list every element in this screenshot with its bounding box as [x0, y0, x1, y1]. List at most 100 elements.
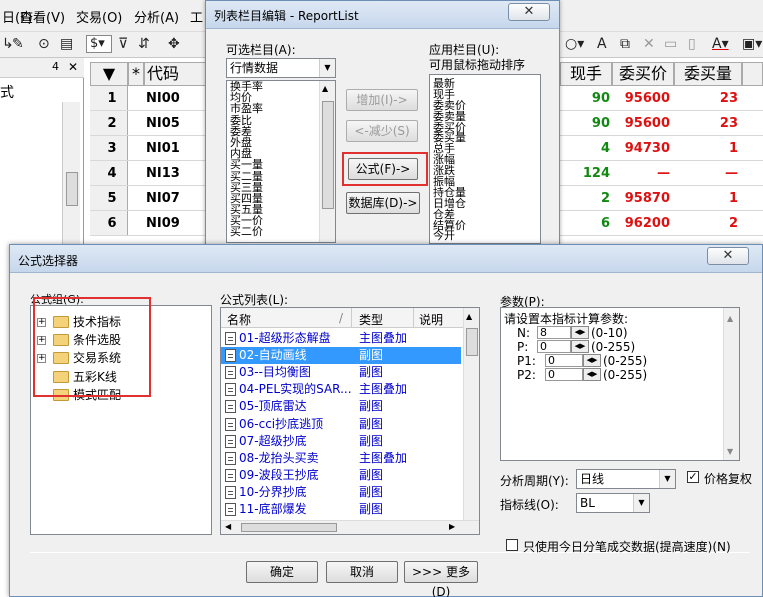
copy-icon[interactable]: ⧉ [620, 36, 630, 52]
col-name[interactable]: 名称 [227, 311, 251, 328]
formula-row[interactable]: 03--目均衡图 副图 [221, 364, 461, 381]
play-icon[interactable]: ⊙ [38, 36, 50, 52]
ok-button[interactable]: 确定 [246, 561, 318, 583]
scroll-right-icon[interactable]: ▶ [449, 522, 455, 531]
param-spinner[interactable]: ◀▶ [571, 340, 589, 353]
grid-col-sort[interactable]: ▼ [90, 62, 128, 86]
formula-row[interactable]: 10-分界抄底 副图 [221, 484, 461, 501]
row-hand: 124 [582, 166, 610, 181]
param-input[interactable]: 0 [545, 354, 583, 367]
close-button[interactable]: ✕ [508, 3, 550, 21]
scroll-up-icon[interactable]: ▲ [727, 314, 733, 323]
formula-type: 副图 [359, 416, 384, 431]
param-spinner[interactable]: ◀▶ [571, 326, 589, 339]
formula-row[interactable]: 08-龙抬头买卖 主图叠加 [221, 450, 461, 467]
applied-hint: 可用鼠标拖动排序 [429, 58, 526, 72]
swap-icon[interactable]: ⇵ [138, 36, 150, 52]
remove-column-button[interactable]: <-减少(S) [346, 120, 418, 142]
formula-row[interactable]: 07-超级抄底 副图 [221, 433, 461, 450]
period-select[interactable]: 日线 ▼ [576, 469, 676, 489]
delete-icon[interactable]: ✕ [643, 36, 655, 52]
param-input[interactable]: 8 [537, 326, 571, 339]
list-item[interactable]: 仓差 [430, 209, 540, 220]
scroll-thumb[interactable] [241, 523, 337, 532]
scroll-up-icon[interactable]: ▲ [322, 84, 328, 93]
formula-row[interactable]: 06-cci抄底逃顶 副图 [221, 416, 461, 433]
menu-item-trade[interactable]: 交易(O) [76, 7, 122, 26]
grid-col-star[interactable]: * [128, 62, 144, 86]
document-icon[interactable]: ▤ [60, 36, 73, 52]
formula-row[interactable]: 09-波段王抄底 副图 [221, 467, 461, 484]
param-spinner[interactable]: ◀▶ [583, 368, 601, 381]
scroll-down-icon[interactable]: ▼ [727, 447, 733, 456]
formula-row[interactable]: 02-自动画线 副图 [221, 347, 461, 365]
cancel-button[interactable]: 取消 [326, 561, 398, 583]
database-button[interactable]: 数据库(D)-> [346, 192, 420, 214]
col-desc[interactable]: 说明 [419, 311, 443, 328]
category-select[interactable]: 行情数据 ▼ [226, 58, 336, 78]
text-a-icon[interactable]: A [597, 36, 607, 52]
add-column-button[interactable]: 增加(I)-> [346, 89, 418, 111]
param-input[interactable]: 0 [537, 340, 571, 353]
scroll-thumb[interactable] [322, 101, 334, 209]
list-label: 公式列表(L): [220, 293, 289, 307]
scroll-thumb[interactable] [466, 328, 478, 356]
grid-col-hand[interactable]: 现手 [560, 62, 612, 86]
formula-list-vscroll[interactable]: ▲ [463, 308, 479, 520]
col-type[interactable]: 类型 [359, 311, 383, 328]
formula-row[interactable]: 01-超级形态解盘 主图叠加 [221, 330, 461, 347]
row-bid-vol: 1 [728, 141, 738, 156]
panel-icon[interactable]: ▣▾ [742, 36, 762, 52]
formula-selector-titlebar[interactable]: 公式选择器 ✕ [10, 245, 762, 273]
menu-item-tools[interactable]: 工 [190, 7, 203, 26]
font-color-icon[interactable]: A▾ [712, 36, 729, 52]
close-button[interactable]: ✕ [707, 247, 749, 265]
param-input[interactable]: 0 [545, 368, 583, 381]
trash-icon[interactable]: ▯ [688, 36, 696, 52]
row-header: 3 [90, 136, 128, 160]
circle-icon[interactable]: ○▾ [565, 36, 584, 52]
formula-name: 10-分界抄底 [239, 484, 307, 499]
available-list[interactable]: 换手率 均价 市盈率 委比 委差 外盘 内盘 买一量 买二量 买三量 买四量 买五量 买一价 买二价 ▲ [226, 80, 336, 243]
pencil-icon[interactable]: ✎ [12, 36, 24, 52]
formula-icon [225, 451, 236, 465]
grid-col-code[interactable]: 代码 [144, 62, 206, 86]
formula-list[interactable]: 名称 / 类型 说明 01-超级形态解盘 主图叠加 02-自动画线 副图 03--目均衡… [220, 307, 480, 535]
formula-row[interactable]: 11-底部爆发 副图 [221, 501, 461, 518]
more-button[interactable]: >>> 更多(D) [404, 561, 478, 597]
close-icon[interactable]: ✕ [68, 60, 78, 74]
row-code: NI01 [146, 141, 180, 156]
row-header: 1 [90, 86, 128, 110]
params-scrollbar[interactable]: ▲ ▼ [723, 308, 739, 460]
row-number: 6 [107, 216, 117, 231]
grid-col-extra[interactable] [742, 62, 763, 86]
left-pane-scrollbar[interactable] [62, 102, 80, 248]
price-adjust-checkbox[interactable]: ✓ [687, 471, 699, 483]
formula-name: 02-自动画线 [239, 348, 307, 363]
available-list-scrollbar[interactable]: ▲ [319, 81, 335, 242]
param-spinner[interactable]: ◀▶ [583, 354, 601, 367]
applied-list[interactable]: 最新 现手 委卖价 委卖量 委买价 委买量 总手 涨幅 涨跌 振幅 持仓量 日增仓 仓差 结算价 今开 [429, 74, 541, 244]
scroll-left-icon[interactable]: ◀ [225, 522, 231, 531]
formula-row[interactable]: 04-PEL实现的SAR... 主图叠加 [221, 381, 461, 398]
grid-col-bid-price[interactable]: 委买价 [612, 62, 674, 86]
currency-icon[interactable]: $▾ [86, 35, 112, 53]
move-icon[interactable]: ✥ [168, 36, 180, 52]
menu-item-analysis[interactable]: 分析(A) [134, 7, 179, 26]
row-code: NI13 [146, 166, 180, 181]
indicator-line-select[interactable]: BL ▼ [576, 493, 650, 513]
row-bid-vol: 2 [728, 216, 738, 231]
columns-editor-titlebar[interactable]: 列表栏目编辑 - ReportList ✕ [206, 1, 559, 29]
tick-only-checkbox[interactable] [506, 539, 518, 551]
grid-col-bid-vol[interactable]: 委买量 [674, 62, 742, 86]
formula-list-hscroll[interactable]: ◀ ▶ [221, 520, 479, 534]
list-item[interactable]: 委卖量 [430, 111, 540, 122]
scroll-thumb[interactable] [66, 172, 78, 206]
scroll-up-icon[interactable]: ▲ [466, 312, 472, 321]
list-item[interactable]: 今开 [430, 230, 540, 242]
formula-row[interactable]: 05-顶底雷达 副图 [221, 398, 461, 415]
menu-item-view[interactable]: 查看(V) [20, 7, 65, 26]
lock-icon[interactable]: ▭ [664, 36, 677, 52]
filter-icon[interactable]: ⊽ [118, 36, 128, 52]
pin-icon[interactable]: 4 [52, 60, 59, 73]
